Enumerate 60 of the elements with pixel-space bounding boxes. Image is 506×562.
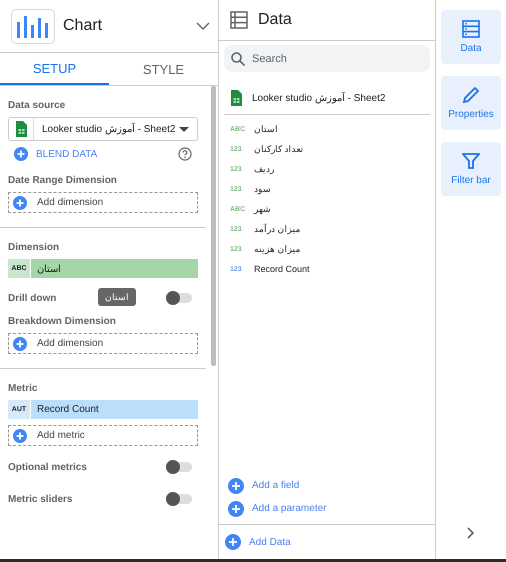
tooltip: استان: [98, 288, 136, 306]
section-label: Metric: [8, 383, 38, 394]
section-label: Data source: [8, 100, 66, 111]
chart-type-button[interactable]: [11, 8, 55, 44]
field-item[interactable]: میزان درآمد: [254, 224, 301, 234]
dropdown-value: Looker studio آموزش - Sheet2: [41, 123, 176, 135]
add-icon: [13, 196, 27, 210]
add-icon: [228, 500, 244, 516]
toggle-switch[interactable]: [168, 462, 192, 472]
add-dimension-button[interactable]: Add dimension: [8, 333, 198, 354]
add-dimension-button[interactable]: Add dimension: [8, 192, 198, 213]
field-item[interactable]: میزان هزینه: [254, 244, 301, 254]
scrollbar[interactable]: [211, 86, 216, 366]
field-item[interactable]: استان: [254, 124, 278, 134]
toggle-label: Metric sliders: [8, 494, 72, 504]
panel-title: Data: [258, 11, 292, 29]
toggle-switch[interactable]: [168, 494, 192, 504]
add-icon: [14, 147, 28, 161]
field-name: استان: [36, 262, 61, 274]
toggle-label: Drill down: [8, 292, 56, 304]
data-source-name: Looker studio آموزش - Sheet2: [252, 92, 386, 104]
side-panel-button[interactable]: Filter bar: [441, 142, 501, 196]
tab[interactable]: STYLE: [109, 53, 218, 85]
section-label: Dimension: [8, 242, 60, 253]
pencil-icon: [462, 86, 480, 104]
add-metric-button[interactable]: Add metric: [8, 425, 198, 446]
bar-chart-icon: [16, 14, 50, 38]
tab[interactable]: SETUP: [0, 53, 109, 85]
table-icon: [230, 11, 248, 29]
add-link[interactable]: Add a parameter: [228, 497, 435, 520]
data-source-dropdown[interactable]: Looker studio آموزش - Sheet2: [8, 117, 198, 141]
blend-data-button[interactable]: BLEND DATA: [14, 147, 98, 161]
field-name: Record Count: [36, 404, 99, 415]
side-panel-button[interactable]: Data: [441, 10, 501, 64]
chart-title: Chart: [63, 17, 104, 35]
dropdown-arrow-icon: [179, 126, 189, 132]
add-link[interactable]: Add a field: [228, 474, 435, 497]
side-panel-button[interactable]: Properties: [441, 76, 501, 130]
field-item[interactable]: سود: [254, 184, 271, 194]
search-field[interactable]: Search: [224, 45, 430, 72]
filter-icon: [462, 152, 480, 170]
spreadsheet-icon: [230, 90, 242, 106]
section-label: Breakdown Dimension: [8, 316, 117, 327]
add-data-button[interactable]: Add Data: [219, 525, 435, 559]
add-icon: [228, 478, 244, 494]
chevron-down-icon: [196, 22, 210, 30]
add-icon: [13, 428, 27, 442]
spreadsheet-icon: [15, 121, 27, 137]
toggle-switch[interactable]: [168, 293, 192, 303]
chevron-right-icon: [467, 527, 475, 539]
help-icon: [178, 147, 192, 161]
field-item[interactable]: Record Count: [254, 264, 310, 274]
field-item[interactable]: تعداد کارکنان: [254, 144, 304, 154]
section-label: Date Range Dimension: [8, 175, 118, 186]
add-icon: [13, 336, 27, 350]
field-item[interactable]: ردیف: [254, 164, 274, 174]
add-icon: [225, 534, 241, 550]
table-icon: [462, 20, 480, 38]
toggle-label: Optional metrics: [8, 462, 87, 472]
field-item[interactable]: شهر: [254, 204, 271, 214]
